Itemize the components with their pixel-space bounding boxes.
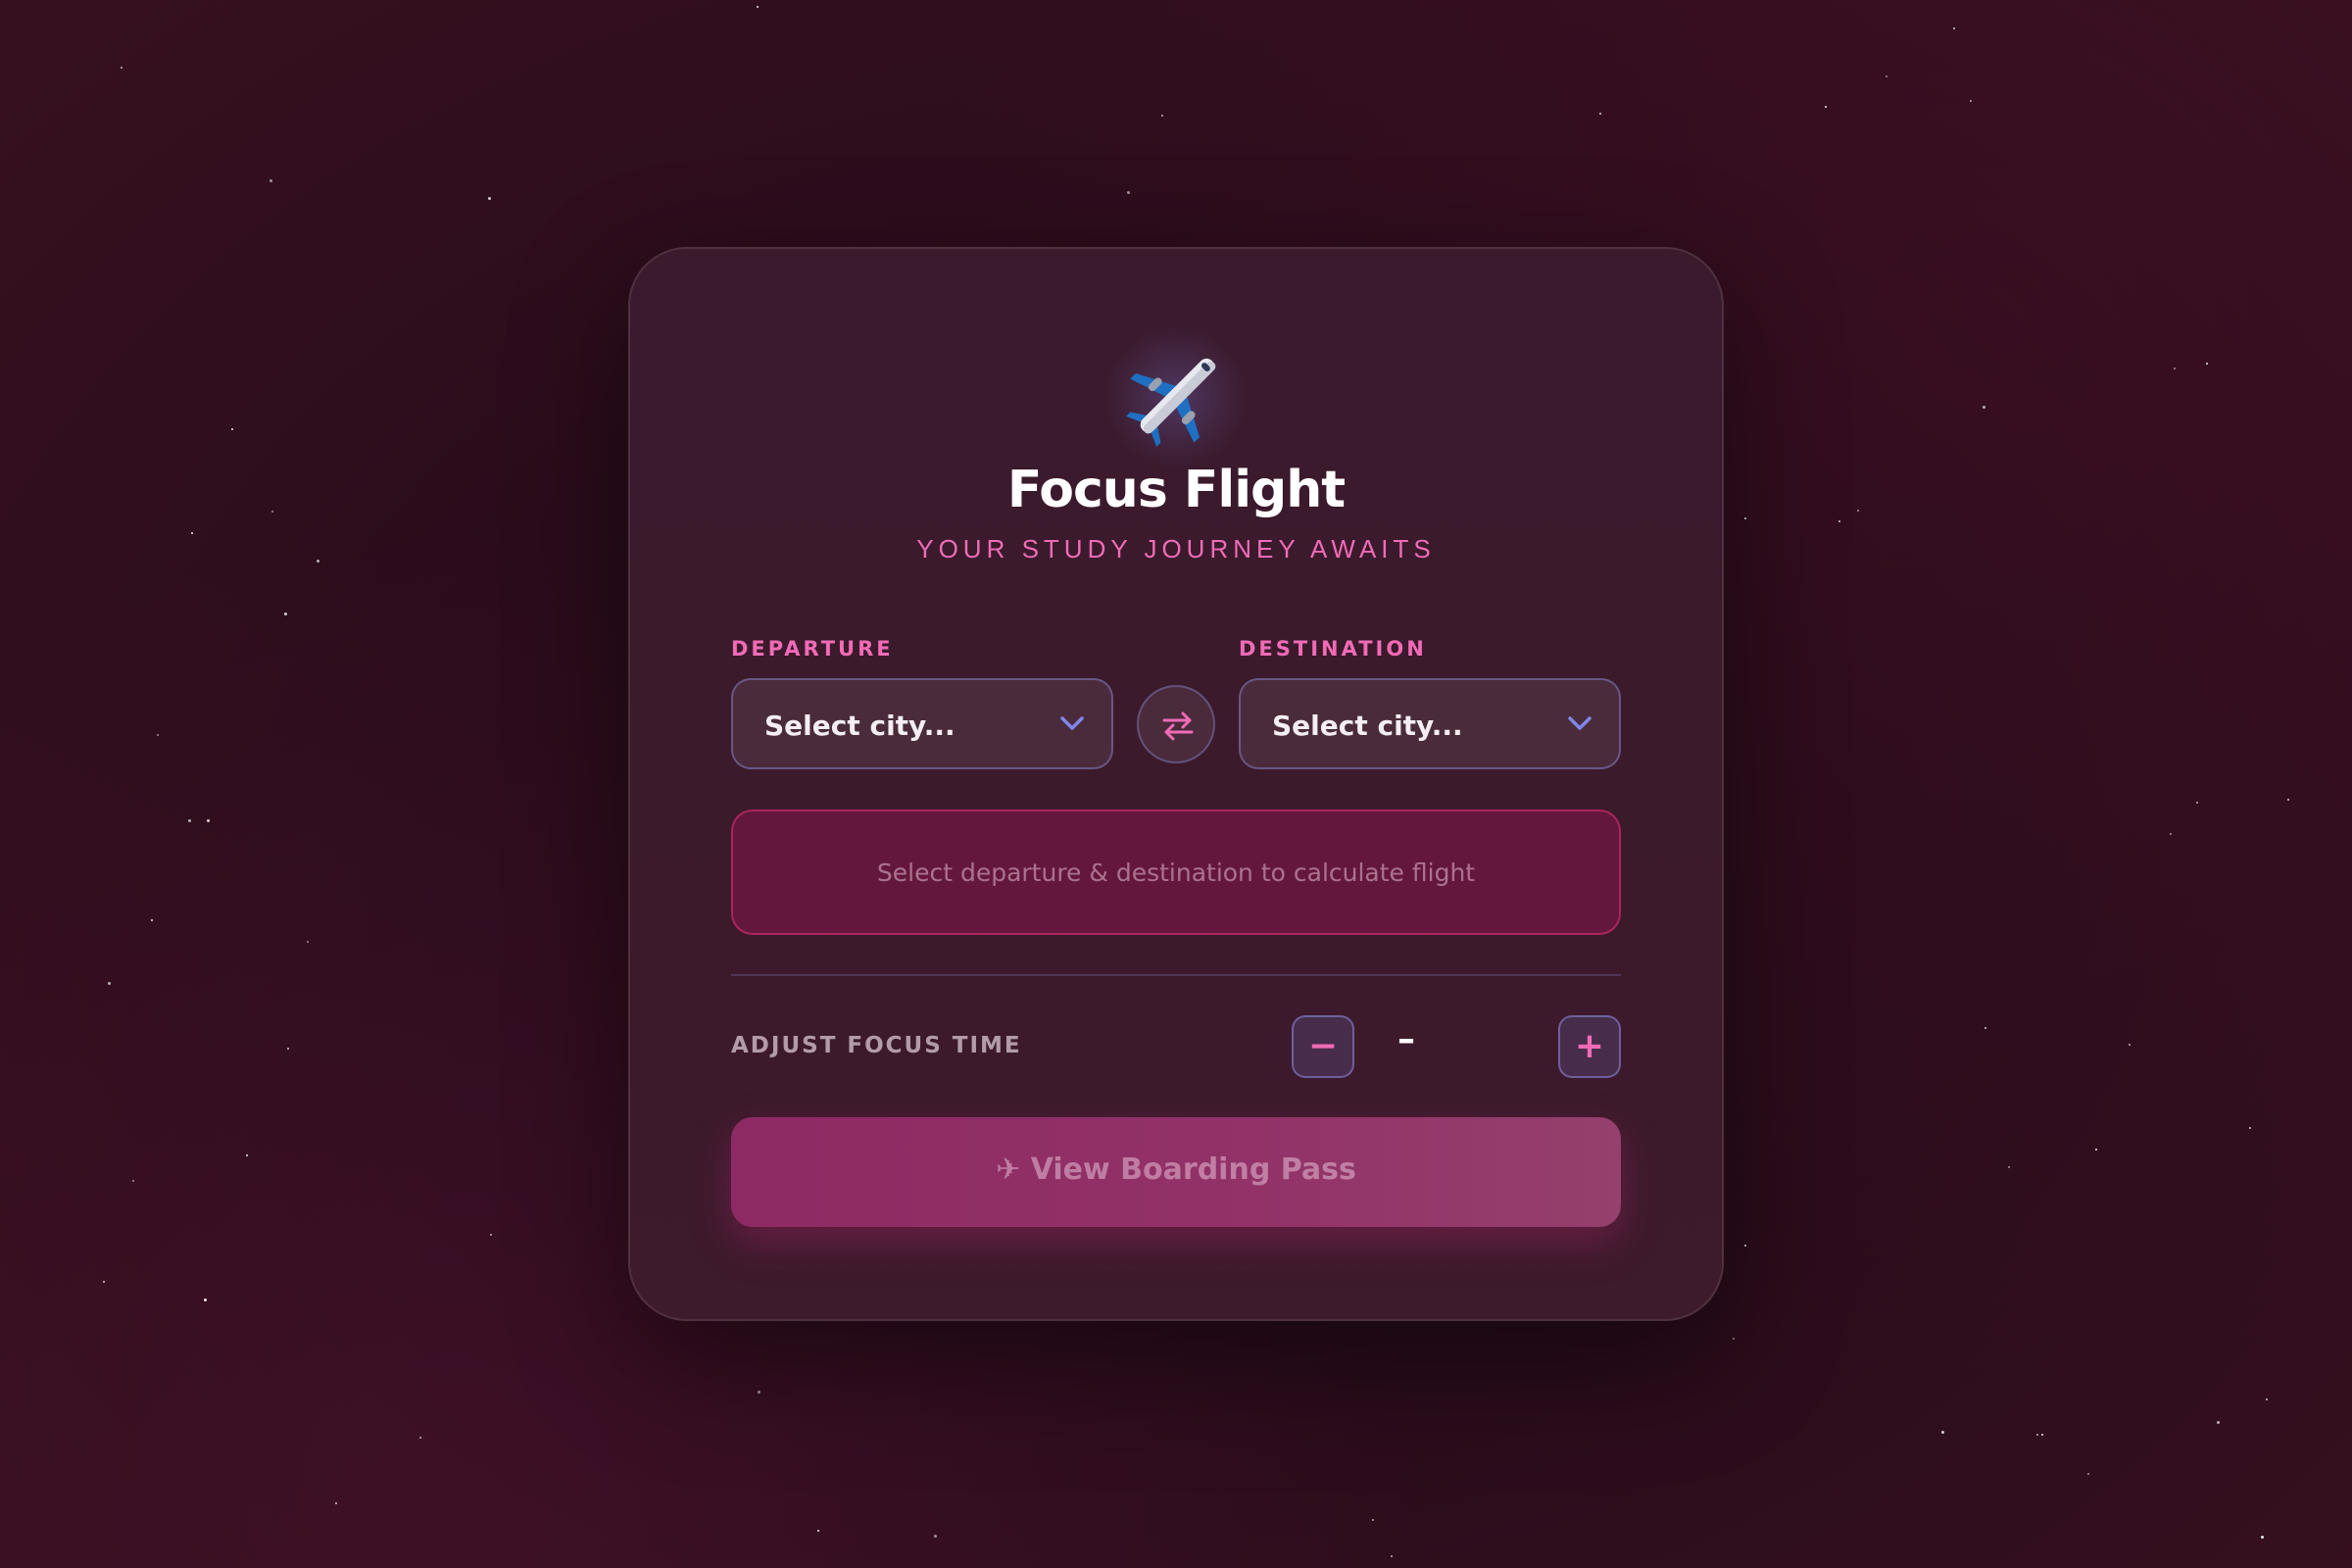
minus-icon: − — [1307, 1026, 1339, 1066]
star — [2174, 368, 2176, 369]
star — [1127, 191, 1130, 194]
star — [2266, 1398, 2268, 1400]
star — [1372, 1519, 1374, 1521]
plus-icon: + — [1574, 1026, 1605, 1066]
destination-select[interactable]: Select city... — [1239, 678, 1621, 769]
star — [1744, 517, 1746, 519]
star — [1733, 1338, 1735, 1340]
star — [1984, 1027, 1986, 1029]
star — [1941, 1431, 1944, 1434]
star — [246, 1154, 248, 1156]
star — [1825, 106, 1827, 108]
star — [2287, 799, 2289, 801]
star — [488, 197, 491, 200]
star — [270, 179, 272, 182]
star — [1599, 113, 1601, 115]
star — [284, 612, 287, 615]
star — [2129, 1044, 2131, 1046]
star — [490, 1234, 492, 1236]
star — [307, 941, 309, 943]
star — [1886, 75, 1887, 77]
star — [419, 1437, 421, 1439]
star — [157, 734, 159, 736]
star — [2170, 833, 2172, 835]
destination-label: DESTINATION — [1239, 637, 1427, 661]
star — [757, 6, 759, 8]
destination-select-value: Select city... — [1272, 710, 1463, 742]
star — [2036, 1434, 2038, 1436]
focus-time-value: – — [1397, 1019, 1415, 1059]
flight-info-panel: Select departure & destination to calcul… — [731, 809, 1621, 935]
star — [191, 532, 193, 534]
star — [2008, 1166, 2010, 1168]
star — [231, 428, 233, 430]
star — [2217, 1421, 2220, 1424]
departure-label: DEPARTURE — [731, 637, 894, 661]
star — [934, 1535, 937, 1538]
star — [2249, 1127, 2251, 1129]
star — [817, 1530, 819, 1532]
star — [2095, 1149, 2097, 1151]
star — [1161, 115, 1163, 117]
star — [1970, 100, 1972, 102]
star — [2261, 1536, 2264, 1539]
departure-select-value: Select city... — [764, 710, 956, 742]
star — [2041, 1434, 2043, 1436]
star — [287, 1048, 289, 1050]
star — [2206, 363, 2208, 365]
adjust-focus-label: ADJUST FOCUS TIME — [731, 1033, 1022, 1058]
divider — [731, 974, 1621, 976]
view-boarding-pass-button[interactable]: ✈ View Boarding Pass — [731, 1117, 1621, 1227]
star — [188, 819, 191, 822]
star — [204, 1298, 207, 1301]
view-boarding-pass-label: ✈ View Boarding Pass — [996, 1152, 1356, 1187]
flight-info-message: Select departure & destination to calcul… — [876, 858, 1476, 887]
chevron-down-icon — [1058, 713, 1086, 737]
star — [1953, 27, 1955, 29]
star — [758, 1391, 760, 1394]
star — [2087, 1473, 2089, 1475]
star — [1391, 1555, 1393, 1557]
swap-button[interactable] — [1137, 685, 1215, 763]
star — [317, 560, 319, 563]
star — [132, 1180, 134, 1182]
star — [108, 982, 111, 985]
star — [207, 819, 210, 822]
star — [1983, 406, 1985, 409]
star — [1838, 520, 1840, 522]
increment-focus-button[interactable]: + — [1558, 1015, 1621, 1078]
airplane-icon — [1098, 318, 1254, 475]
star — [271, 511, 273, 513]
app-subtitle: YOUR STUDY JOURNEY AWAITS — [916, 534, 1436, 564]
decrement-focus-button[interactable]: − — [1292, 1015, 1354, 1078]
star — [2196, 802, 2198, 804]
star — [151, 919, 153, 921]
app-title: Focus Flight — [1006, 461, 1346, 519]
chevron-down-icon — [1566, 713, 1593, 737]
star — [335, 1502, 337, 1504]
star — [1857, 510, 1859, 512]
star — [121, 67, 122, 69]
departure-select[interactable]: Select city... — [731, 678, 1113, 769]
star — [1744, 1245, 1746, 1247]
star — [103, 1281, 105, 1283]
